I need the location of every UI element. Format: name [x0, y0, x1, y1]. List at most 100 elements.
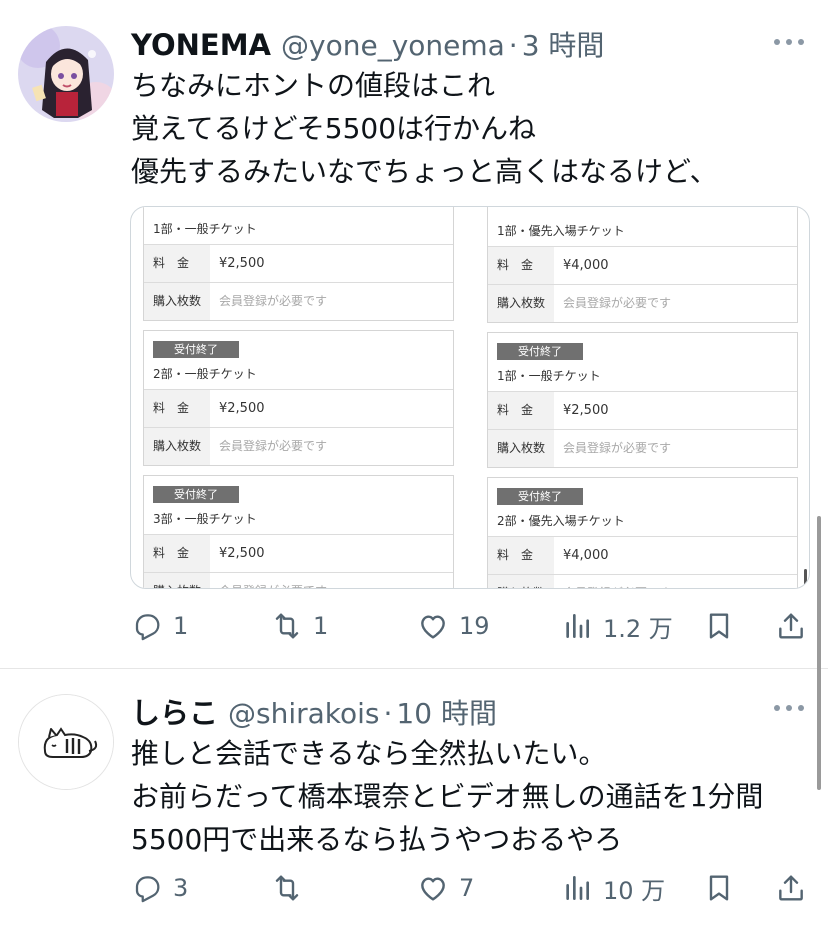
- avatar[interactable]: [18, 694, 114, 790]
- retweet-button[interactable]: [271, 868, 313, 908]
- page-scrollbar[interactable]: [817, 516, 821, 790]
- tweet-image[interactable]: 1部・一般チケット 料 金 ¥2,500 購入枚数 会員登録が必要です 受付終了 2…: [130, 206, 810, 589]
- quantity-label: 購入枚数: [144, 428, 210, 465]
- quantity-row: 購入枚数会員登録が必要です: [144, 282, 453, 320]
- bookmark-button[interactable]: [703, 606, 735, 646]
- quantity-label: 購入枚数: [488, 575, 554, 588]
- ticket-card: 受付終了 2部・優先入場チケット 料 金 ¥4,000 購入枚数会員登録が必要です: [487, 477, 798, 588]
- bookmark-icon: [709, 875, 729, 901]
- quantity-row: 購入枚数会員登録が必要です: [488, 574, 797, 588]
- tweet-header: しらこ @shirakois · 10 時間: [131, 690, 497, 730]
- quantity-value: 会員登録が必要です: [563, 575, 671, 588]
- ticket-card: 受付終了 3部・一般チケット 料 金 ¥2,500 購入枚数会員登録が必要です: [143, 475, 454, 588]
- quantity-row: 購入枚数会員登録が必要です: [488, 284, 797, 322]
- retweet-count: 1: [313, 612, 329, 640]
- price-value: ¥2,500: [219, 401, 265, 416]
- reply-icon: [135, 876, 160, 903]
- price-row: 料 金 ¥2,500: [488, 391, 797, 429]
- quantity-row: 購入枚数会員登録が必要です: [488, 429, 797, 467]
- price-row: 料 金 ¥2,500: [144, 389, 453, 427]
- share-button[interactable]: [775, 606, 807, 646]
- quantity-label: 購入枚数: [488, 430, 554, 467]
- ticket-title: 2部・優先入場チケット: [497, 514, 625, 528]
- quantity-label: 購入枚数: [144, 283, 210, 320]
- quantity-label: 購入枚数: [144, 573, 210, 588]
- price-row: 料 金 ¥2,500: [144, 534, 453, 572]
- ticket-title: 1部・一般チケット: [153, 222, 257, 236]
- status-badge: 受付終了: [153, 341, 239, 358]
- like-count: 19: [459, 612, 490, 640]
- views-button[interactable]: 1.2 万: [561, 606, 673, 646]
- status-badge: 受付終了: [497, 343, 583, 360]
- image-scroll-indicator: [804, 569, 807, 585]
- tweet-text-line: 優先するみたいなでちょっと高くはなるけど、: [131, 155, 718, 188]
- bookmark-icon: [709, 613, 729, 639]
- avatar[interactable]: [18, 26, 114, 122]
- user-handle[interactable]: @yone_yonema: [281, 29, 505, 62]
- ticket-card: 受付終了 2部・一般チケット 料 金 ¥2,500 購入枚数 会員登録が必要です: [143, 330, 454, 466]
- timestamp[interactable]: 10 時間: [396, 692, 497, 732]
- ticket-card: 1部・一般チケット 料 金 ¥2,500 購入枚数 会員登録が必要です: [143, 207, 454, 321]
- more-icon[interactable]: [774, 704, 804, 712]
- ticket-title: 1部・優先入場チケット: [497, 224, 625, 238]
- display-name[interactable]: YONEMA: [131, 28, 271, 62]
- tweet-text-line: ちなみにホントの値段はこれ: [131, 69, 496, 102]
- share-button[interactable]: [775, 868, 807, 908]
- tweet-text-line: 覚えてるけどそ5500は行かんね: [131, 112, 537, 145]
- quantity-value: 会員登録が必要です: [563, 296, 672, 310]
- sleeping-cat-avatar-icon: [19, 695, 113, 789]
- price-value: ¥2,500: [219, 546, 265, 561]
- price-value: ¥2,500: [219, 256, 265, 271]
- tweet-text-line: 推しと会話できるなら全然払いたい。: [131, 737, 607, 770]
- retweet-button[interactable]: 1: [271, 606, 328, 646]
- views-button[interactable]: 10 万: [561, 868, 665, 908]
- reply-count: 1: [173, 612, 189, 640]
- heart-icon: [421, 615, 445, 639]
- price-row: 料 金 ¥2,500: [144, 244, 453, 282]
- quantity-label: 購入枚数: [488, 285, 554, 322]
- status-badge: 受付終了: [497, 488, 583, 505]
- price-label: 料 金: [488, 247, 554, 284]
- price-label: 料 金: [144, 535, 210, 572]
- view-count: 1.2 万: [603, 614, 673, 643]
- timestamp[interactable]: 3 時間: [522, 24, 605, 64]
- ticket-title: 1部・一般チケット: [497, 369, 601, 383]
- retweet-icon: [275, 613, 299, 639]
- ticket-card: 受付終了 1部・一般チケット 料 金 ¥2,500 購入枚数 会員登録が必要です: [487, 332, 798, 468]
- tweet[interactable]: YONEMA @yone_yonema · 3 時間 ちなみにホントの値段はこれ…: [0, 0, 828, 669]
- quantity-value: 会員登録が必要です: [219, 573, 327, 588]
- ticket-title: 2部・一般チケット: [153, 367, 257, 381]
- reply-icon: [135, 614, 160, 641]
- bookmark-button[interactable]: [703, 868, 735, 908]
- view-count: 10 万: [603, 876, 666, 905]
- status-badge: 受付終了: [153, 486, 239, 503]
- ticket-card: 1部・優先入場チケット 料 金 ¥4,000 購入枚数 会員登録が必要です: [487, 207, 798, 323]
- price-label: 料 金: [488, 537, 554, 574]
- reply-button[interactable]: 1: [131, 606, 188, 646]
- tweet[interactable]: しらこ @shirakois · 10 時間 推しと会話できるなら全然払いたい。…: [0, 670, 828, 947]
- price-row: 料 金 ¥4,000: [488, 536, 797, 574]
- like-button[interactable]: 7: [417, 868, 474, 908]
- tweet-header: YONEMA @yone_yonema · 3 時間: [131, 24, 604, 62]
- price-value: ¥4,000: [563, 548, 609, 563]
- reply-button[interactable]: 3: [131, 868, 188, 908]
- more-icon[interactable]: [774, 38, 804, 46]
- separator: ·: [383, 697, 393, 730]
- separator: ·: [508, 29, 518, 62]
- quantity-value: 会員登録が必要です: [219, 294, 328, 308]
- user-handle[interactable]: @shirakois: [228, 697, 380, 730]
- tweet-text-line: お前らだって橋本環奈とビデオ無しの通話を1分間: [131, 780, 764, 813]
- action-bar: 1 1 19 1.2 万: [131, 606, 811, 646]
- retweet-icon: [275, 875, 299, 901]
- quantity-value: 会員登録が必要です: [219, 439, 328, 453]
- display-name[interactable]: しらこ: [131, 690, 218, 732]
- quantity-row: 購入枚数会員登録が必要です: [144, 427, 453, 465]
- like-button[interactable]: 19: [417, 606, 490, 646]
- price-value: ¥4,000: [563, 258, 609, 273]
- reply-count: 3: [173, 874, 189, 902]
- price-label: 料 金: [488, 392, 554, 429]
- tweet-text-line: 5500円で出来るなら払うやつおるやろ: [131, 823, 623, 856]
- ticket-title: 3部・一般チケット: [153, 512, 257, 526]
- like-count: 7: [459, 874, 475, 902]
- share-icon: [779, 613, 803, 639]
